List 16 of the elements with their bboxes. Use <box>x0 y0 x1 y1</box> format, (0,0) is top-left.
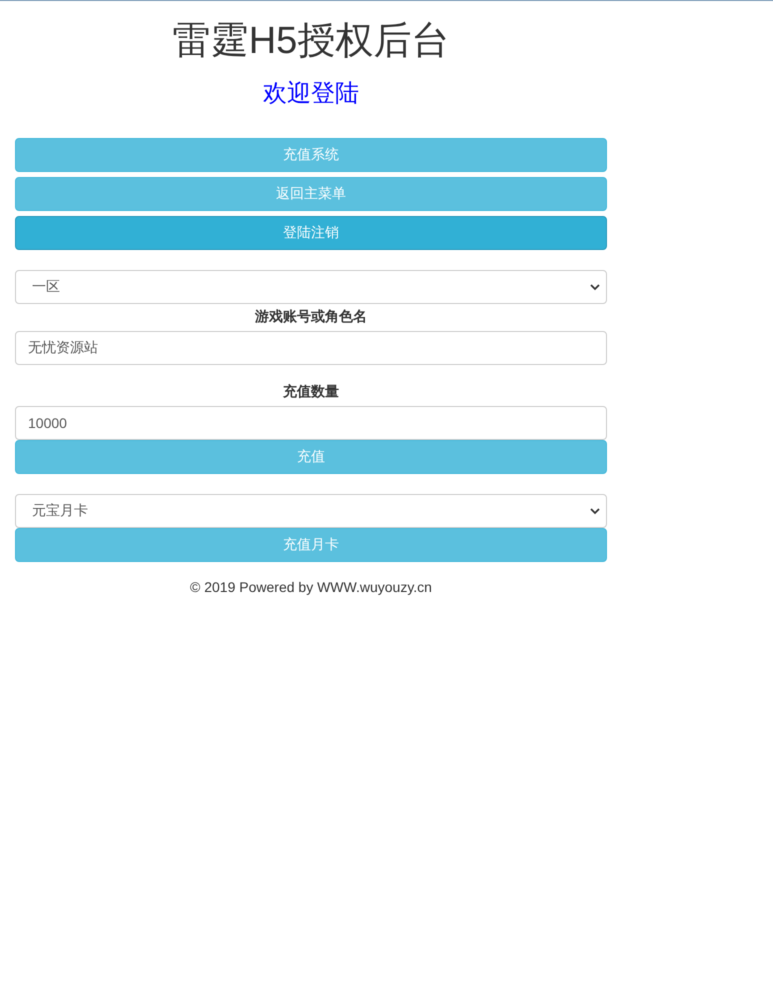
footer-text: © 2019 Powered by WWW.wuyouzy.cn <box>189 579 433 595</box>
account-label: 游戏账号或角色名 <box>254 307 368 326</box>
nav-button[interactable]: 充值系统 <box>15 138 607 172</box>
card-recharge-button[interactable]: 充值月卡 <box>15 528 607 562</box>
server-select[interactable]: 一区 <box>15 270 607 304</box>
welcome-heading: 欢迎登陆 <box>262 79 360 109</box>
nav-button[interactable]: 返回主菜单 <box>15 177 607 211</box>
page-title: 雷霆H5授权后台 <box>172 19 450 64</box>
chevron-down-icon <box>590 282 600 292</box>
amount-input[interactable]: 10000 <box>15 406 607 440</box>
account-input[interactable]: 无忧资源站 <box>15 331 607 365</box>
amount-label: 充值数量 <box>282 382 340 401</box>
card-select[interactable]: 元宝月卡 <box>15 494 607 528</box>
recharge-button[interactable]: 充值 <box>15 440 607 474</box>
chevron-down-icon <box>590 506 600 516</box>
nav-button[interactable]: 登陆注销 <box>15 216 607 250</box>
